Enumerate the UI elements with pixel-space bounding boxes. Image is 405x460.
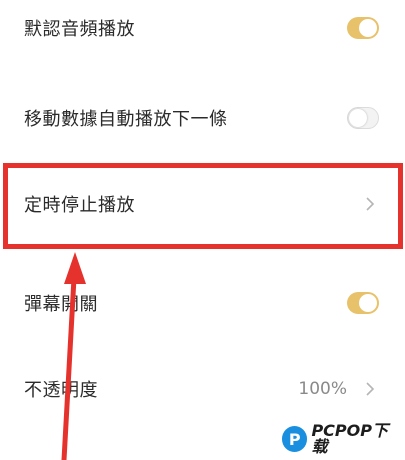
pcpop-logo-icon: P <box>282 426 308 452</box>
watermark-text-group: PCPOP下载 <box>311 423 402 455</box>
watermark-text: PCPOP下载 <box>311 421 388 456</box>
annotation-arrow-icon <box>61 252 86 460</box>
watermark-logo: P PCPOP下载 <box>282 421 402 457</box>
